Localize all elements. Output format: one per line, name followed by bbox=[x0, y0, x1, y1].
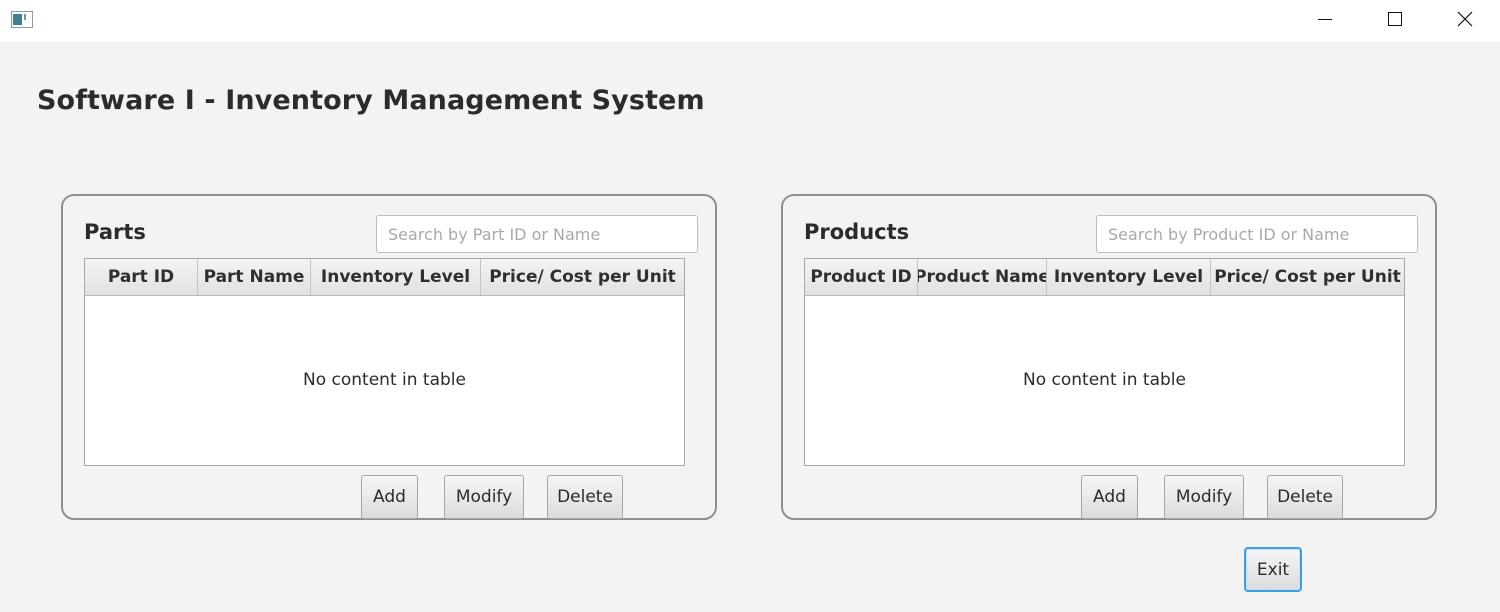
title-bar bbox=[0, 0, 1500, 42]
products-delete-button[interactable]: Delete bbox=[1267, 475, 1343, 519]
products-modify-button[interactable]: Modify bbox=[1164, 475, 1244, 519]
parts-modify-button[interactable]: Modify bbox=[444, 475, 524, 519]
exit-button[interactable]: Exit bbox=[1244, 547, 1302, 592]
parts-title: Parts bbox=[84, 220, 146, 244]
parts-column-price[interactable]: Price/ Cost per Unit bbox=[481, 259, 684, 295]
maximize-icon bbox=[1387, 11, 1403, 31]
main-window: Software I - Inventory Management System… bbox=[0, 0, 1500, 612]
parts-add-button[interactable]: Add bbox=[361, 475, 418, 519]
products-title: Products bbox=[804, 220, 910, 244]
parts-table-header: Part ID Part Name Inventory Level Price/… bbox=[85, 259, 684, 296]
products-column-price[interactable]: Price/ Cost per Unit bbox=[1211, 259, 1404, 295]
products-column-product-name[interactable]: Product Name bbox=[918, 259, 1047, 295]
parts-empty-message: No content in table bbox=[303, 370, 466, 390]
maximize-button[interactable] bbox=[1360, 0, 1430, 42]
minimize-icon bbox=[1317, 11, 1333, 31]
parts-column-part-name[interactable]: Part Name bbox=[198, 259, 311, 295]
close-icon bbox=[1457, 11, 1473, 31]
products-column-inventory-level[interactable]: Inventory Level bbox=[1047, 259, 1211, 295]
parts-column-part-id[interactable]: Part ID bbox=[85, 259, 198, 295]
parts-search-input[interactable] bbox=[376, 215, 698, 253]
products-column-product-id[interactable]: Product ID bbox=[805, 259, 918, 295]
page-title: Software I - Inventory Management System bbox=[37, 85, 705, 116]
products-search-input[interactable] bbox=[1096, 215, 1418, 253]
products-panel: Products Product ID Product Name Invento… bbox=[781, 194, 1437, 520]
app-icon bbox=[11, 11, 33, 28]
parts-table[interactable]: Part ID Part Name Inventory Level Price/… bbox=[84, 258, 685, 466]
products-empty-message: No content in table bbox=[1023, 370, 1186, 390]
parts-panel: Parts Part ID Part Name Inventory Level … bbox=[61, 194, 717, 520]
products-add-button[interactable]: Add bbox=[1081, 475, 1138, 519]
products-table-header: Product ID Product Name Inventory Level … bbox=[805, 259, 1404, 296]
products-table[interactable]: Product ID Product Name Inventory Level … bbox=[804, 258, 1405, 466]
minimize-button[interactable] bbox=[1290, 0, 1360, 42]
parts-delete-button[interactable]: Delete bbox=[547, 475, 623, 519]
close-button[interactable] bbox=[1430, 0, 1500, 42]
parts-column-inventory-level[interactable]: Inventory Level bbox=[311, 259, 481, 295]
